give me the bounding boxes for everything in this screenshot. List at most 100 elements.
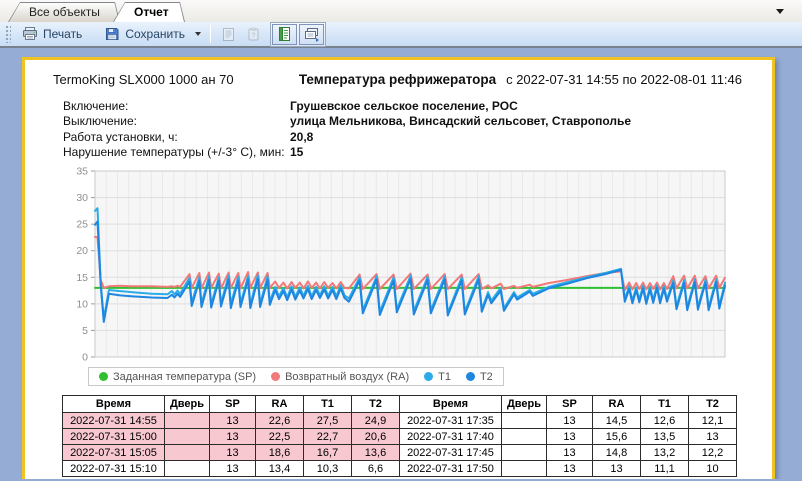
table-cell: 13 [210,429,256,445]
table-cell: 2022-07-31 17:50 [400,461,502,477]
svg-text:15: 15 [76,272,88,284]
table-header-cell: Дверь [165,396,210,413]
table-cell: 2022-07-31 15:05 [63,445,165,461]
table-cell: 10,3 [304,461,352,477]
table-cell: 13 [210,413,256,429]
info-label: Выключение: [63,114,290,128]
report-workspace: TermoKing SLX000 1000 ан 70 Температура … [0,48,802,479]
table-row: 2022-07-31 15:051318,616,713,62022-07-31… [63,445,737,461]
table-cell: 24,9 [352,413,400,429]
svg-text:10: 10 [76,298,88,310]
legend-label: Возвратный воздух (RA) [285,371,409,383]
table-body: 2022-07-31 14:551322,627,524,92022-07-31… [63,413,737,477]
report-header: TermoKing SLX000 1000 ан 70 Температура … [53,72,742,87]
legend-item: Заданная температура (SP) [99,371,256,383]
table-header-cell: RA [256,396,304,413]
table-cell: 13 [547,461,593,477]
info-value: 15 [290,145,303,159]
info-row: Нарушение температуры (+/-3° C), мин:15 [63,145,772,161]
print-layout-toggle-button[interactable] [299,24,324,45]
view-toggle-group [270,22,326,47]
table-cell: 13,5 [641,429,689,445]
info-value: 20,8 [290,130,313,144]
tab-list-dropdown-button[interactable] [774,6,786,16]
report-period: с 2022-07-31 14:55 по 2022-08-01 11:46 [496,72,742,87]
help-button[interactable]: ? [241,24,266,45]
table-cell [165,461,210,477]
report-view-toggle-button[interactable] [272,24,297,45]
toolbar-grip[interactable] [5,25,11,43]
print-button[interactable]: Печать [15,23,89,45]
print-layout-icon [303,27,320,42]
table-cell: 18,6 [256,445,304,461]
print-button-label: Печать [43,27,82,41]
table-header-cell: SP [547,396,593,413]
help-icon: ? [246,27,261,42]
report-info: Включение:Грушевское сельское поселение,… [63,98,772,160]
table-cell: 13 [547,413,593,429]
table-header-row: ВремяДверьSPRAT1T2ВремяДверьSPRAT1T2 [63,396,737,413]
save-button[interactable]: Сохранить [97,23,192,45]
table-cell: 22,6 [256,413,304,429]
report-title: Температура рефрижератора [299,72,496,87]
table-header-cell: T2 [689,396,737,413]
table-cell: 12,1 [689,413,737,429]
toolbar: Печать Сохранить [0,22,802,48]
save-dropdown-arrow-button[interactable] [192,23,205,45]
legend-item: Возвратный воздух (RA) [271,371,409,383]
table-cell: 15,6 [593,429,641,445]
info-label: Нарушение температуры (+/-3° C), мин: [63,145,290,159]
printer-icon [22,26,38,42]
table-cell: 13 [547,429,593,445]
page-settings-button[interactable] [216,24,241,45]
table-cell: 13 [689,429,737,445]
table-cell: 14,8 [593,445,641,461]
legend-dot-icon [424,372,433,381]
table-cell [502,461,547,477]
temperature-chart: 05101520253035 [57,167,757,365]
legend-dot-icon [99,372,108,381]
legend-label: T1 [438,371,451,383]
legend-label: Заданная температура (SP) [113,371,256,383]
table-cell: 2022-07-31 17:35 [400,413,502,429]
legend-dot-icon [466,372,475,381]
table-cell: 27,5 [304,413,352,429]
table-cell: 2022-07-31 17:40 [400,429,502,445]
svg-text:?: ? [251,30,255,39]
table-header-cell: SP [210,396,256,413]
table-cell [502,413,547,429]
table-cell: 2022-07-31 15:10 [63,461,165,477]
tab-report[interactable]: Отчет [113,2,185,22]
table-cell [502,429,547,445]
report-page: TermoKing SLX000 1000 ан 70 Температура … [22,57,775,479]
table-header-cell: T1 [641,396,689,413]
table-header-cell: Время [63,396,165,413]
chart-legend: Заданная температура (SP) Возвратный возд… [88,367,504,386]
table-cell: 13,4 [256,461,304,477]
table-cell: 13 [210,445,256,461]
info-row: Работа установки, ч:20,8 [63,129,772,145]
table-header-cell: T2 [352,396,400,413]
page-settings-icon [221,27,236,42]
table-row: 2022-07-31 15:101313,410,36,62022-07-31 … [63,461,737,477]
app-window: Все объекты Отчет Печать [0,0,802,481]
info-row: Включение:Грушевское сельское поселение,… [63,98,772,114]
table-cell: 14,5 [593,413,641,429]
table-cell: 22,7 [304,429,352,445]
table-cell: 13 [210,461,256,477]
legend-item: T2 [466,371,493,383]
table-cell: 2022-07-31 14:55 [63,413,165,429]
tab-all-objects[interactable]: Все объекты [8,2,120,22]
table-header-cell: Дверь [502,396,547,413]
chevron-down-icon [776,9,784,14]
table-cell [502,445,547,461]
table-cell: 22,5 [256,429,304,445]
table-row: 2022-07-31 15:001322,522,720,62022-07-31… [63,429,737,445]
report-document-icon [277,26,292,42]
table-cell: 12,6 [641,413,689,429]
legend-label: T2 [480,371,493,383]
info-label: Включение: [63,99,290,113]
table-header-cell: Время [400,396,502,413]
info-label: Работа установки, ч: [63,130,290,144]
table-cell: 12,2 [689,445,737,461]
